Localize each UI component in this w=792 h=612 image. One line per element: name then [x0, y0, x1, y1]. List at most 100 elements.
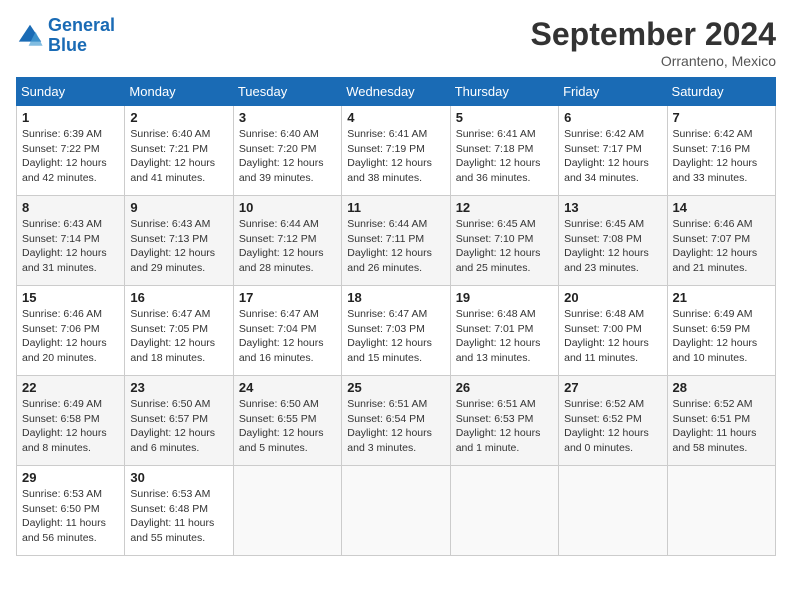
- day-info: Sunrise: 6:41 AMSunset: 7:19 PMDaylight:…: [347, 127, 444, 186]
- weekday-header: Tuesday: [233, 78, 341, 106]
- day-number: 9: [130, 200, 227, 215]
- day-number: 7: [673, 110, 770, 125]
- day-number: 29: [22, 470, 119, 485]
- calendar-day-cell: 25 Sunrise: 6:51 AMSunset: 6:54 PMDayligh…: [342, 376, 450, 466]
- day-info: Sunrise: 6:53 AMSunset: 6:50 PMDaylight:…: [22, 487, 119, 546]
- day-number: 30: [130, 470, 227, 485]
- weekday-header: Monday: [125, 78, 233, 106]
- calendar-day-cell: 3 Sunrise: 6:40 AMSunset: 7:20 PMDaylight…: [233, 106, 341, 196]
- calendar-day-cell: 17Sunrise: 6:47 AMSunset: 7:04 PMDayligh…: [233, 286, 341, 376]
- calendar-day-cell: 29 Sunrise: 6:53 AMSunset: 6:50 PMDayligh…: [17, 466, 125, 556]
- calendar-day-cell: 2Sunrise: 6:40 AMSunset: 7:21 PMDaylight…: [125, 106, 233, 196]
- day-number: 20: [564, 290, 661, 305]
- day-info: Sunrise: 6:42 AMSunset: 7:17 PMDaylight:…: [564, 127, 661, 186]
- weekday-header: Sunday: [17, 78, 125, 106]
- day-info: Sunrise: 6:44 AMSunset: 7:12 PMDaylight:…: [239, 217, 336, 276]
- day-number: 15: [22, 290, 119, 305]
- day-number: 1: [22, 110, 119, 125]
- location-subtitle: Orranteno, Mexico: [531, 53, 776, 69]
- day-number: 11: [347, 200, 444, 215]
- day-number: 21: [673, 290, 770, 305]
- month-title: September 2024: [531, 16, 776, 53]
- day-info: Sunrise: 6:53 AMSunset: 6:48 PMDaylight:…: [130, 487, 227, 546]
- day-info: Sunrise: 6:50 AMSunset: 6:55 PMDaylight:…: [239, 397, 336, 456]
- calendar-day-cell: 18 Sunrise: 6:47 AMSunset: 7:03 PMDayligh…: [342, 286, 450, 376]
- day-number: 8: [22, 200, 119, 215]
- day-info: Sunrise: 6:52 AMSunset: 6:51 PMDaylight:…: [673, 397, 770, 456]
- day-info: Sunrise: 6:43 AMSunset: 7:14 PMDaylight:…: [22, 217, 119, 276]
- day-info: Sunrise: 6:48 AMSunset: 7:01 PMDaylight:…: [456, 307, 553, 366]
- day-number: 14: [673, 200, 770, 215]
- day-number: 25: [347, 380, 444, 395]
- calendar-day-cell: 26 Sunrise: 6:51 AMSunset: 6:53 PMDayligh…: [450, 376, 558, 466]
- calendar-day-cell: 23 Sunrise: 6:50 AMSunset: 6:57 PMDayligh…: [125, 376, 233, 466]
- calendar-day-cell: [233, 466, 341, 556]
- calendar-week-row: 8 Sunrise: 6:43 AMSunset: 7:14 PMDaylight…: [17, 196, 776, 286]
- day-info: Sunrise: 6:46 AMSunset: 7:06 PMDaylight:…: [22, 307, 119, 366]
- calendar-day-cell: 20 Sunrise: 6:48 AMSunset: 7:00 PMDayligh…: [559, 286, 667, 376]
- day-info: Sunrise: 6:47 AMSunset: 7:05 PMDaylight:…: [130, 307, 227, 366]
- calendar-week-row: 15 Sunrise: 6:46 AMSunset: 7:06 PMDayligh…: [17, 286, 776, 376]
- day-number: 6: [564, 110, 661, 125]
- day-info: Sunrise: 6:45 AMSunset: 7:08 PMDaylight:…: [564, 217, 661, 276]
- day-number: 22: [22, 380, 119, 395]
- weekday-header: Friday: [559, 78, 667, 106]
- calendar-day-cell: 21 Sunrise: 6:49 AMSunset: 6:59 PMDayligh…: [667, 286, 775, 376]
- day-number: 26: [456, 380, 553, 395]
- calendar-day-cell: 11 Sunrise: 6:44 AMSunset: 7:11 PMDayligh…: [342, 196, 450, 286]
- day-info: Sunrise: 6:51 AMSunset: 6:53 PMDaylight:…: [456, 397, 553, 456]
- day-info: Sunrise: 6:43 AMSunset: 7:13 PMDaylight:…: [130, 217, 227, 276]
- logo: General Blue: [16, 16, 115, 56]
- day-number: 4: [347, 110, 444, 125]
- calendar-day-cell: 7 Sunrise: 6:42 AMSunset: 7:16 PMDaylight…: [667, 106, 775, 196]
- day-info: Sunrise: 6:49 AMSunset: 6:59 PMDaylight:…: [673, 307, 770, 366]
- weekday-header: Saturday: [667, 78, 775, 106]
- day-number: 28: [673, 380, 770, 395]
- day-info: Sunrise: 6:47 AMSunset: 7:03 PMDaylight:…: [347, 307, 444, 366]
- calendar-day-cell: [450, 466, 558, 556]
- calendar-day-cell: 22Sunrise: 6:49 AMSunset: 6:58 PMDayligh…: [17, 376, 125, 466]
- title-section: September 2024 Orranteno, Mexico: [531, 16, 776, 69]
- calendar-day-cell: 24 Sunrise: 6:50 AMSunset: 6:55 PMDayligh…: [233, 376, 341, 466]
- day-number: 23: [130, 380, 227, 395]
- calendar-day-cell: 13 Sunrise: 6:45 AMSunset: 7:08 PMDayligh…: [559, 196, 667, 286]
- day-info: Sunrise: 6:50 AMSunset: 6:57 PMDaylight:…: [130, 397, 227, 456]
- calendar-day-cell: 15 Sunrise: 6:46 AMSunset: 7:06 PMDayligh…: [17, 286, 125, 376]
- day-info: Sunrise: 6:44 AMSunset: 7:11 PMDaylight:…: [347, 217, 444, 276]
- calendar-day-cell: 14 Sunrise: 6:46 AMSunset: 7:07 PMDayligh…: [667, 196, 775, 286]
- day-number: 12: [456, 200, 553, 215]
- weekday-header-row: SundayMondayTuesdayWednesdayThursdayFrid…: [17, 78, 776, 106]
- calendar-day-cell: 5Sunrise: 6:41 AMSunset: 7:18 PMDaylight…: [450, 106, 558, 196]
- day-number: 3: [239, 110, 336, 125]
- calendar-week-row: 29 Sunrise: 6:53 AMSunset: 6:50 PMDayligh…: [17, 466, 776, 556]
- calendar-day-cell: 27 Sunrise: 6:52 AMSunset: 6:52 PMDayligh…: [559, 376, 667, 466]
- day-info: Sunrise: 6:39 AMSunset: 7:22 PMDaylight:…: [22, 127, 119, 186]
- day-number: 2: [130, 110, 227, 125]
- day-info: Sunrise: 6:48 AMSunset: 7:00 PMDaylight:…: [564, 307, 661, 366]
- calendar-week-row: 22Sunrise: 6:49 AMSunset: 6:58 PMDayligh…: [17, 376, 776, 466]
- day-info: Sunrise: 6:41 AMSunset: 7:18 PMDaylight:…: [456, 127, 553, 186]
- calendar-day-cell: 6 Sunrise: 6:42 AMSunset: 7:17 PMDaylight…: [559, 106, 667, 196]
- logo-icon: [16, 22, 44, 50]
- calendar-day-cell: 4 Sunrise: 6:41 AMSunset: 7:19 PMDaylight…: [342, 106, 450, 196]
- calendar-table: SundayMondayTuesdayWednesdayThursdayFrid…: [16, 77, 776, 556]
- calendar-day-cell: [667, 466, 775, 556]
- calendar-day-cell: [342, 466, 450, 556]
- day-info: Sunrise: 6:52 AMSunset: 6:52 PMDaylight:…: [564, 397, 661, 456]
- calendar-day-cell: 10 Sunrise: 6:44 AMSunset: 7:12 PMDayligh…: [233, 196, 341, 286]
- day-number: 10: [239, 200, 336, 215]
- day-number: 24: [239, 380, 336, 395]
- day-number: 18: [347, 290, 444, 305]
- calendar-day-cell: [559, 466, 667, 556]
- page-header: General Blue September 2024 Orranteno, M…: [16, 16, 776, 69]
- day-info: Sunrise: 6:42 AMSunset: 7:16 PMDaylight:…: [673, 127, 770, 186]
- calendar-day-cell: 30 Sunrise: 6:53 AMSunset: 6:48 PMDayligh…: [125, 466, 233, 556]
- day-number: 27: [564, 380, 661, 395]
- day-number: 13: [564, 200, 661, 215]
- day-info: Sunrise: 6:47 AMSunset: 7:04 PMDaylight:…: [239, 307, 336, 366]
- day-info: Sunrise: 6:40 AMSunset: 7:20 PMDaylight:…: [239, 127, 336, 186]
- logo-text: General Blue: [48, 16, 115, 56]
- day-info: Sunrise: 6:46 AMSunset: 7:07 PMDaylight:…: [673, 217, 770, 276]
- weekday-header: Thursday: [450, 78, 558, 106]
- day-info: Sunrise: 6:51 AMSunset: 6:54 PMDaylight:…: [347, 397, 444, 456]
